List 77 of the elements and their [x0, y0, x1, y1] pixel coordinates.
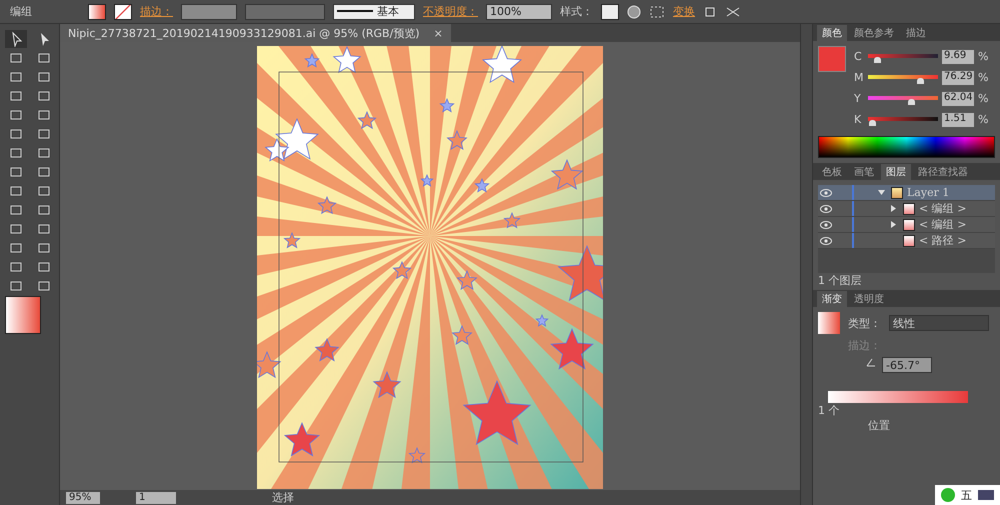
collapse-triangle-icon[interactable] [890, 205, 897, 212]
layer-thumbnail [891, 186, 903, 198]
align-icon[interactable] [649, 4, 665, 18]
document-tab[interactable]: Nipic_27738721_20190214190933129081.ai @ 95% (RGB/预览) × [60, 24, 451, 42]
slider-thumb[interactable] [908, 98, 915, 104]
slider-thumb[interactable] [916, 78, 924, 84]
layer-name: < 编组 > [919, 201, 966, 216]
transform-link[interactable]: 变换 [673, 4, 695, 19]
channel-label: C [854, 50, 863, 63]
zoom-field[interactable]: 95% [66, 492, 100, 504]
angle-field[interactable]: -65.7° [882, 357, 932, 373]
style-label: 样式： [560, 4, 593, 19]
percent-label: % [978, 113, 988, 126]
fill-swatch[interactable] [88, 4, 106, 20]
panel-tab[interactable]: 渐变 [817, 291, 847, 307]
position-label: 位置 [868, 419, 890, 432]
type-dropdown[interactable]: 线性 [889, 315, 989, 331]
layer-row[interactable]: Layer 1 [818, 185, 995, 201]
stroke-profile-dropdown[interactable]: 基本 [333, 4, 415, 20]
eye-icon[interactable] [820, 188, 832, 196]
angle-icon [866, 357, 876, 367]
color-swatch[interactable] [818, 46, 846, 72]
fill-stroke-swatch[interactable] [5, 296, 41, 334]
channel-value-field[interactable]: 62.04 [942, 92, 974, 106]
panel-tab[interactable]: 图层 [881, 164, 911, 180]
layer-thumbnail [903, 218, 915, 230]
layer-thumbnail [903, 234, 915, 246]
panel-tab[interactable]: 画笔 [849, 164, 879, 180]
gradient-swatch[interactable] [818, 312, 840, 334]
opacity-label[interactable]: 不透明度： [423, 4, 478, 19]
layer-count-partial: 1 个 [818, 404, 840, 417]
stroke-profile-value: 基本 [377, 4, 399, 19]
channel-value-field[interactable]: 1.51 [942, 112, 974, 126]
eye-icon[interactable] [820, 220, 832, 228]
panel-tab[interactable]: 色板 [817, 164, 847, 180]
selection-tool-icon[interactable] [5, 30, 27, 48]
selection-label: 编组 [10, 4, 33, 19]
close-tab-icon[interactable]: × [434, 26, 443, 40]
layer-count-label: 1 个图层 [818, 274, 862, 287]
percent-label: % [978, 92, 988, 105]
status-tool-label: 选择 [272, 490, 294, 505]
stroke-weight-field[interactable] [181, 4, 237, 20]
layer-row[interactable]: < 编组 > [818, 217, 995, 233]
channel-value-field[interactable]: 76.29 [942, 70, 974, 84]
layer-row[interactable]: < 路径 > [818, 233, 995, 249]
expand-triangle-icon[interactable] [878, 189, 885, 196]
panel-tab[interactable]: 颜色 [817, 25, 847, 41]
style-swatch[interactable] [601, 4, 619, 20]
layer-name: Layer 1 [907, 186, 950, 199]
ime-logo-icon[interactable] [941, 488, 955, 502]
channel-label: M [854, 71, 864, 84]
layer-row[interactable]: < 编组 > [818, 201, 995, 217]
color-spectrum[interactable] [818, 136, 995, 158]
channel-label: K [854, 113, 862, 126]
slider-thumb[interactable] [868, 120, 876, 126]
stroke-line-icon [337, 10, 373, 13]
panel-tab[interactable]: 透明度 [849, 291, 889, 307]
slider-thumb[interactable] [874, 56, 882, 62]
channel-label: Y [854, 92, 862, 105]
layer-name: < 编组 > [919, 217, 966, 232]
eye-icon[interactable] [820, 204, 832, 212]
layer-name: < 路径 > [919, 233, 966, 248]
ime-mode-label[interactable]: 五 [961, 488, 972, 502]
channel-value-field[interactable]: 9.69 [942, 50, 974, 64]
panel-tab[interactable]: 路径查找器 [913, 164, 973, 180]
eye-icon[interactable] [820, 236, 832, 244]
layer-thumbnail [903, 202, 915, 214]
opacity-field[interactable]: 100% [486, 4, 552, 20]
collapse-triangle-icon[interactable] [890, 221, 897, 228]
page-field[interactable]: 1 [136, 492, 176, 504]
type-label: 类型： [848, 316, 881, 330]
percent-label: % [978, 71, 988, 84]
stroke-label[interactable]: 描边： [140, 4, 173, 19]
panel-tab[interactable]: 描边 [901, 25, 931, 41]
panel-tab[interactable]: 颜色参考 [849, 25, 899, 41]
percent-label: % [978, 50, 988, 63]
stroke-swatch[interactable] [114, 4, 132, 20]
